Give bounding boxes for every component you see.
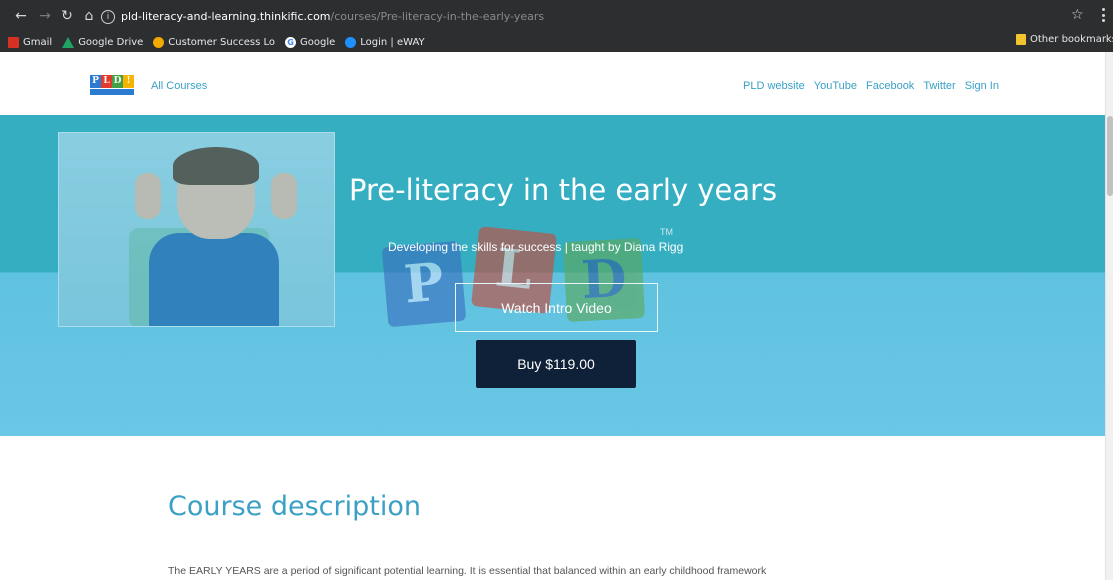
bookmark-label: Customer Success Lo (168, 36, 275, 48)
section-title: Course description (168, 491, 421, 522)
reload-icon[interactable]: ↻ (58, 7, 76, 25)
bookmark-label: Google Drive (78, 36, 144, 48)
nav-pld-website[interactable]: PLD website (743, 80, 805, 92)
bookmark-google-drive[interactable]: Google Drive (62, 36, 144, 48)
bookmark-label: Google (300, 36, 336, 48)
other-bookmarks-label: Other bookmarks (1030, 34, 1113, 45)
course-description-text: The EARLY YEARS are a period of signific… (168, 565, 767, 577)
customer-success-icon (153, 36, 165, 48)
address-bar[interactable]: i pld-literacy-and-learning.thinkific.co… (101, 8, 544, 25)
bookmark-eway[interactable]: Login | eWAY (345, 36, 425, 48)
course-title: Pre-literacy in the early years (349, 173, 778, 207)
bookmark-google[interactable]: G Google (285, 36, 336, 48)
url-path: /courses/Pre-literacy-in-the-early-years (330, 10, 545, 23)
bookmark-star-icon[interactable]: ☆ (1071, 7, 1084, 23)
watch-intro-video-button[interactable]: Watch Intro Video (455, 283, 658, 332)
bookmark-gmail[interactable]: Gmail (8, 36, 53, 48)
course-hero: P L D TM Pre-literacy in the early years… (0, 115, 1105, 436)
google-icon: G (285, 36, 296, 48)
browser-menu-icon[interactable] (1101, 8, 1105, 22)
bookmark-label: Gmail (23, 36, 53, 48)
other-bookmarks[interactable]: Other bookmarks (1016, 34, 1113, 45)
bookmarks-bar: Gmail Google Drive Customer Success Lo G… (0, 32, 1113, 52)
home-icon[interactable]: ⌂ (80, 7, 98, 25)
trademark: TM (660, 227, 673, 237)
bookmark-customer-success[interactable]: Customer Success Lo (153, 36, 275, 48)
bookmark-label: Login | eWAY (360, 36, 425, 48)
site-nav: PLD website YouTube Facebook Twitter Sig… (743, 80, 1008, 92)
folder-icon (1016, 34, 1026, 45)
forward-icon[interactable]: → (36, 7, 54, 25)
nav-twitter[interactable]: Twitter (923, 80, 955, 92)
scrollbar-thumb[interactable] (1107, 116, 1113, 196)
logo-letter: ! (123, 75, 134, 88)
url-host: pld-literacy-and-learning.thinkific.com (121, 10, 331, 23)
nav-facebook[interactable]: Facebook (866, 80, 914, 92)
logo-letter: D (112, 75, 123, 88)
buy-button[interactable]: Buy $119.00 (476, 340, 636, 388)
logo-bar (90, 89, 134, 95)
info-icon[interactable]: i (101, 9, 115, 24)
back-icon[interactable]: ← (12, 7, 30, 25)
course-image (58, 132, 335, 327)
gmail-icon (8, 36, 19, 48)
nav-youtube[interactable]: YouTube (814, 80, 857, 92)
logo-letter: L (101, 75, 112, 88)
google-drive-icon (62, 36, 75, 48)
all-courses-link[interactable]: All Courses (151, 80, 207, 92)
pld-logo[interactable]: P L D ! (90, 75, 134, 95)
course-subtitle: Developing the skills for success | taug… (388, 240, 684, 254)
browser-toolbar: ← → ↻ ⌂ i pld-literacy-and-learning.thin… (0, 0, 1113, 32)
scrollbar[interactable] (1105, 52, 1113, 580)
nav-sign-in[interactable]: Sign In (965, 80, 999, 92)
eway-icon (345, 36, 357, 48)
logo-letter: P (90, 75, 101, 88)
